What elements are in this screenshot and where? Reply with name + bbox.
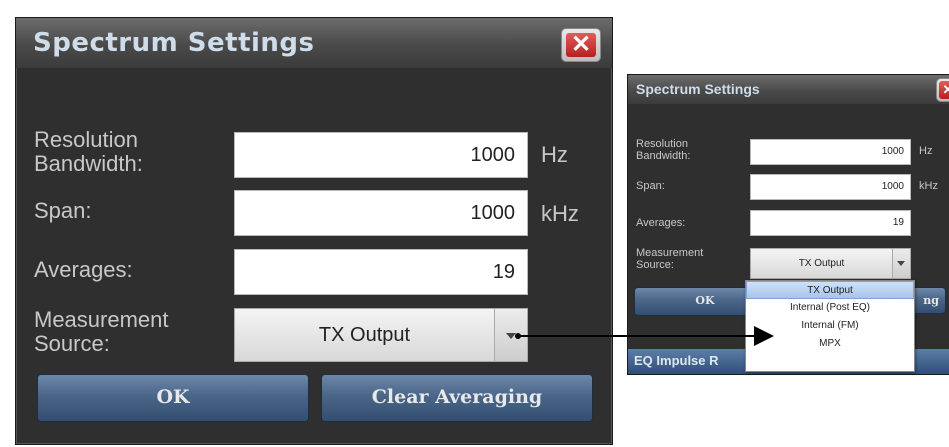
connector-arrow <box>515 326 774 346</box>
